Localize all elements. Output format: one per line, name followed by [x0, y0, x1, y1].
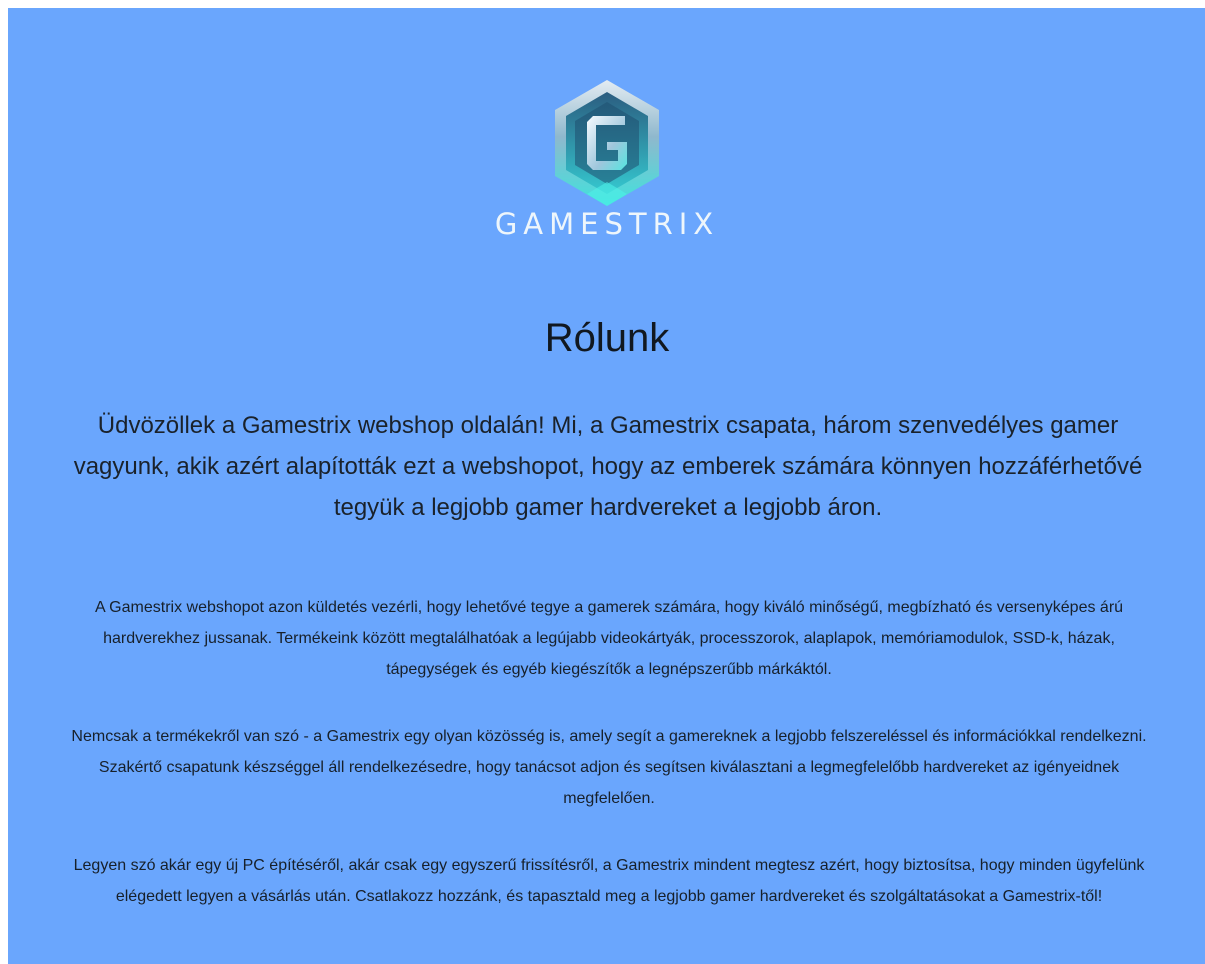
brand-wordmark: GAMESTRIX	[494, 207, 720, 241]
gamestrix-emblem-icon	[555, 80, 659, 206]
page-title: Rólunk	[544, 316, 670, 360]
about-paragraph: Legyen szó akár egy új PC építéséről, ak…	[73, 857, 1145, 905]
about-paragraph: Nemcsak a termékekről van szó - a Gamest…	[71, 728, 1147, 807]
about-page: GAMESTRIX Rólunk Üdvözöllek a Gamestrix …	[8, 8, 1205, 964]
about-paragraph: A Gamestrix webshopot azon küldetés vezé…	[94, 599, 1124, 678]
brand-logo: GAMESTRIX	[8, 78, 1205, 258]
intro-lead-text: Üdvözöllek a Gamestrix webshop oldalán! …	[73, 412, 1143, 521]
